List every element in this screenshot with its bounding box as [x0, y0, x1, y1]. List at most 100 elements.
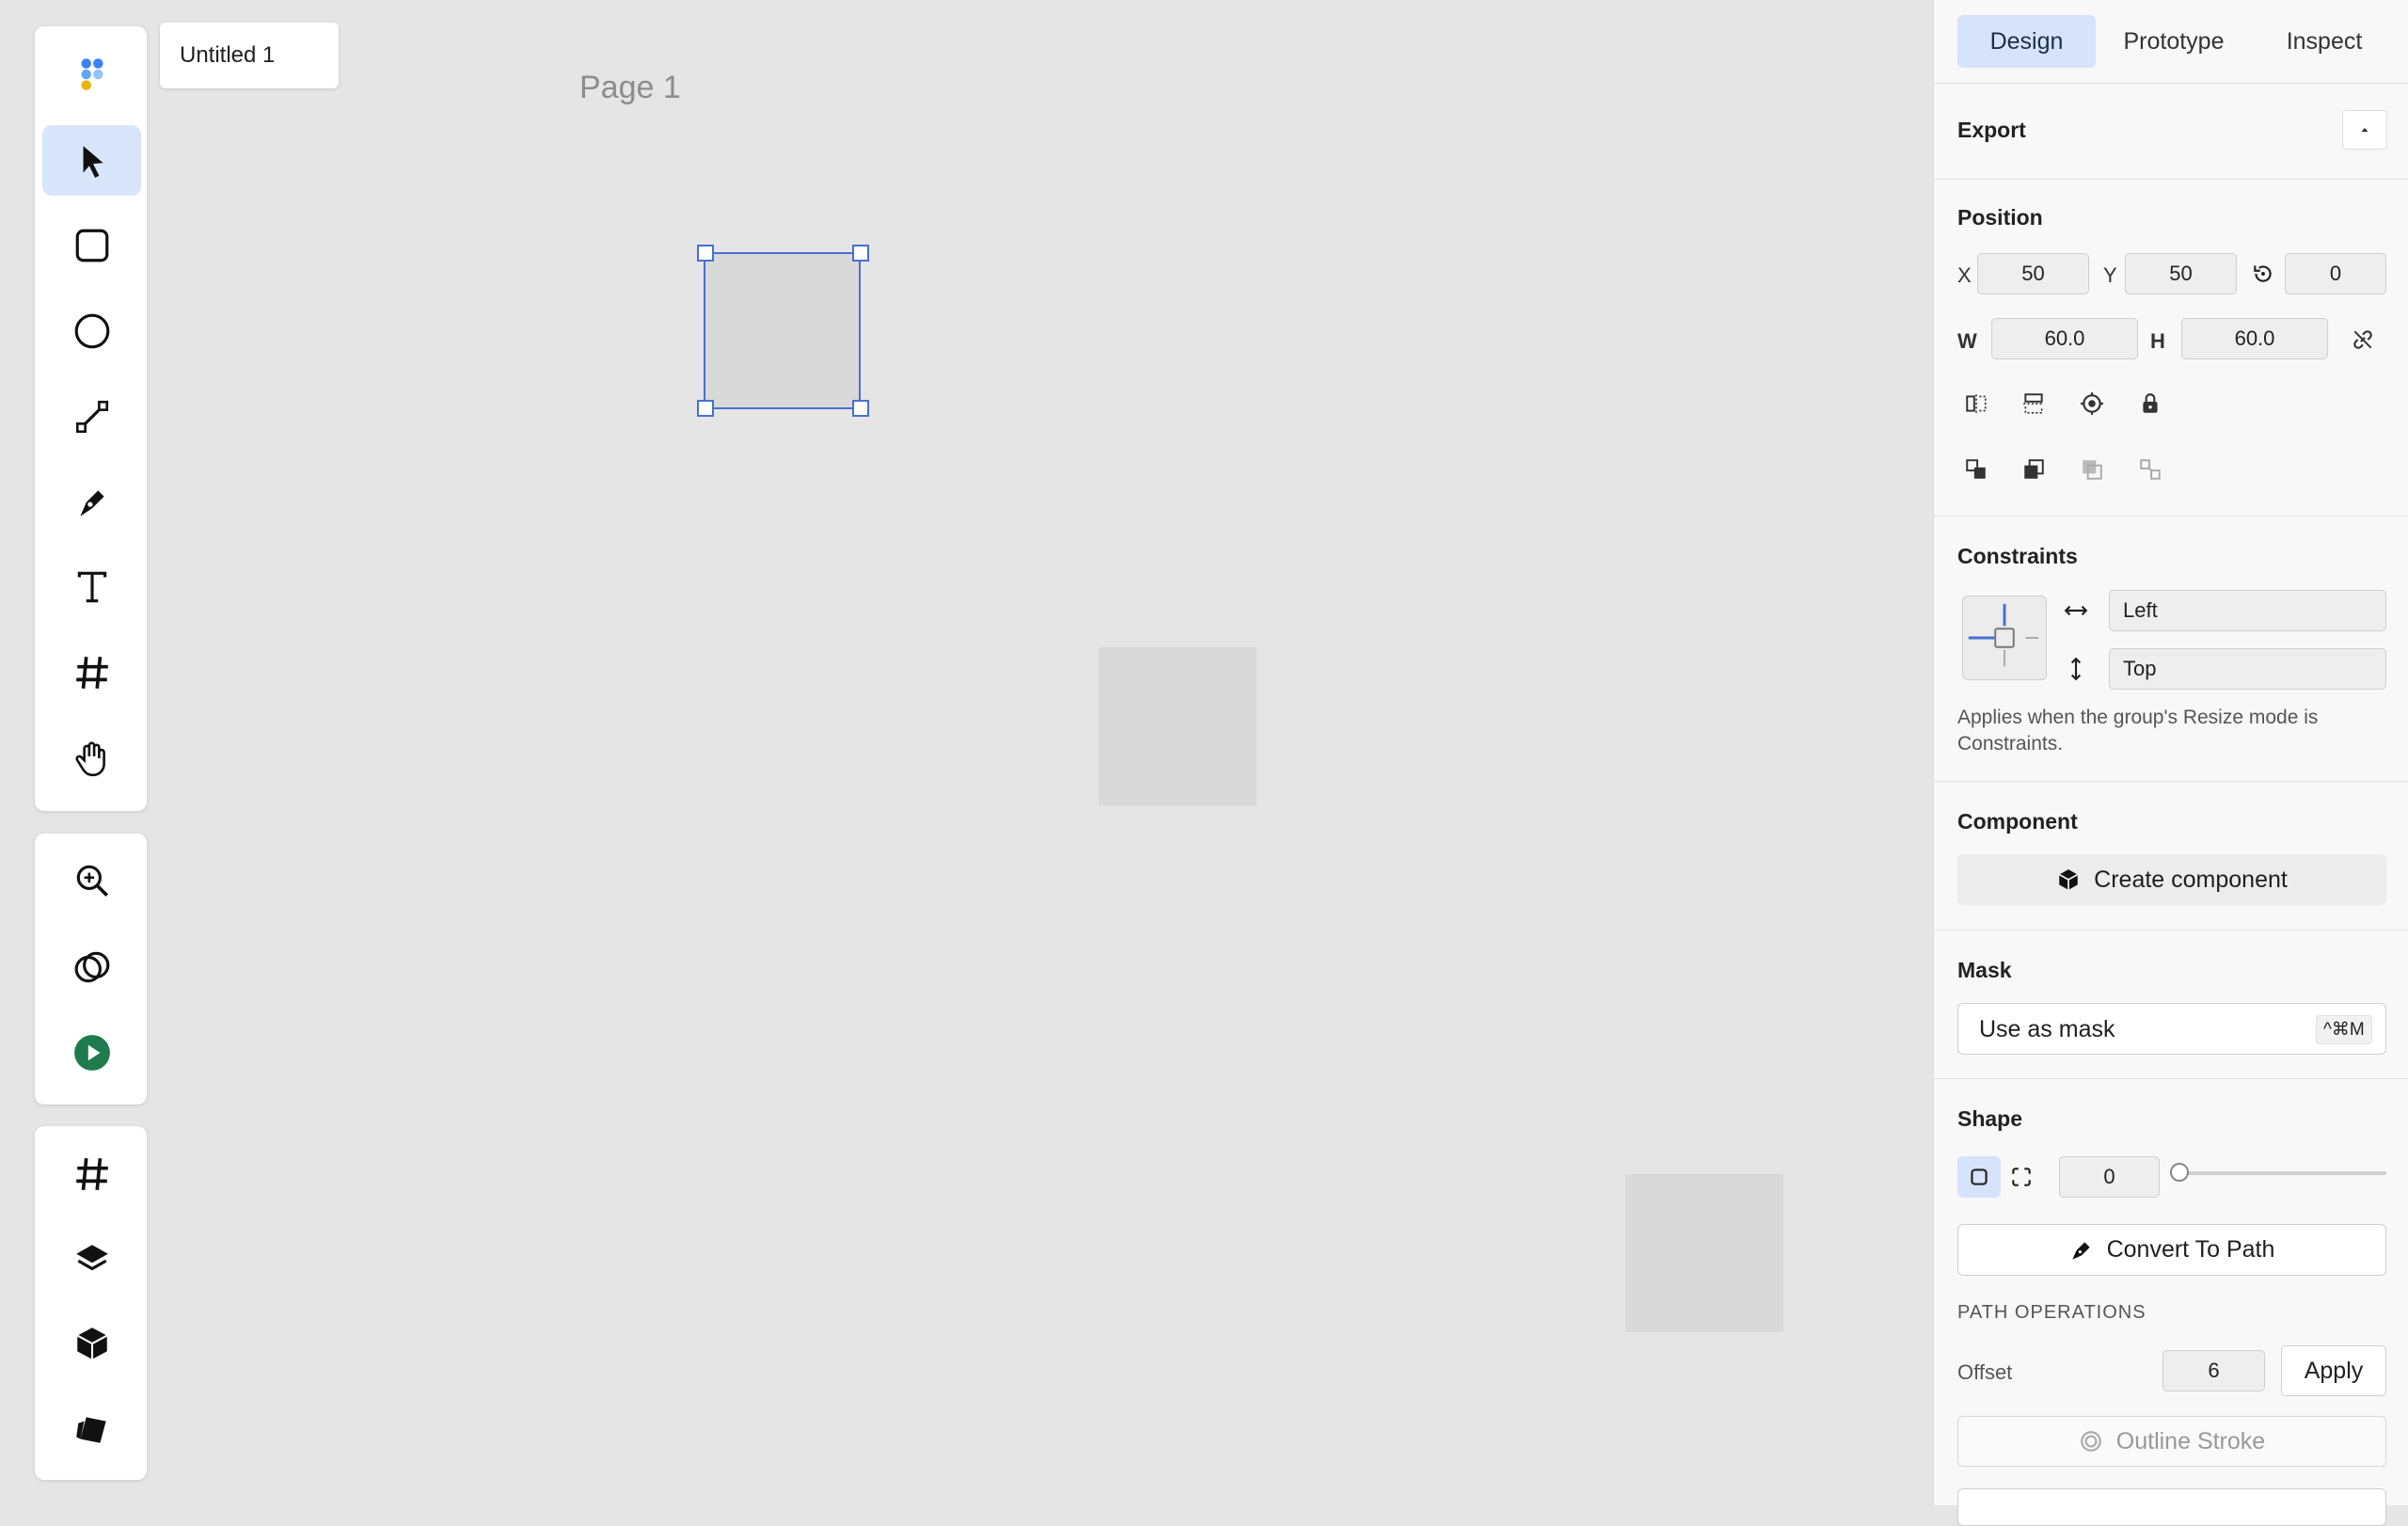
frame-tool[interactable]	[42, 637, 141, 707]
components-button[interactable]	[42, 1308, 141, 1378]
hand-tool[interactable]	[42, 723, 141, 793]
y-input[interactable]: 50	[2125, 253, 2237, 294]
assets-button[interactable]	[42, 1393, 141, 1464]
ellipse-icon	[74, 313, 109, 348]
x-input[interactable]: 50	[1977, 253, 2089, 294]
hash-icon	[75, 1157, 108, 1190]
divider	[1934, 781, 2408, 782]
use-as-mask-label: Use as mask	[1979, 1016, 2115, 1042]
hash-icon	[75, 656, 108, 689]
use-as-mask-button[interactable]: Use as mask ^⌘M	[1957, 1003, 2386, 1055]
main-toolbar	[35, 26, 147, 811]
bring-to-front-icon[interactable]	[2020, 455, 2048, 484]
tab-inspect[interactable]: Inspect	[2254, 15, 2395, 68]
height-input[interactable]: 60.0	[2181, 318, 2328, 359]
frames-button[interactable]	[42, 1138, 141, 1209]
bring-forward-icon[interactable]	[1962, 455, 1990, 484]
send-to-back-icon[interactable]	[2136, 455, 2164, 484]
play-icon	[73, 1034, 110, 1071]
vertical-arrows-icon	[2062, 655, 2090, 683]
y-label: Y	[2103, 263, 2117, 287]
offset-input[interactable]: 6	[2162, 1350, 2265, 1391]
flip-horizontal-icon[interactable]	[1962, 389, 1990, 418]
page-label: Page 1	[579, 70, 681, 105]
secondary-toolbar	[35, 834, 147, 1105]
constraints-title: Constraints	[1957, 544, 2078, 568]
text-tool[interactable]	[42, 551, 141, 622]
rectangle-shape[interactable]	[1625, 1174, 1783, 1332]
cursor-icon	[83, 145, 103, 178]
resize-handle-top-right[interactable]	[852, 245, 869, 262]
apply-button[interactable]: Apply	[2281, 1345, 2386, 1396]
rectangle-shape[interactable]	[1099, 647, 1257, 805]
resize-handle-bottom-left[interactable]	[697, 400, 714, 417]
flip-vertical-icon[interactable]	[2020, 389, 2048, 418]
offset-label: Offset	[1957, 1360, 2013, 1384]
corner-radius-input[interactable]: 0	[2059, 1156, 2160, 1198]
rectangle-tool[interactable]	[42, 210, 141, 280]
zoom-in-icon	[76, 865, 108, 897]
document-tab-label: Untitled 1	[180, 42, 276, 68]
line-tool[interactable]	[42, 381, 141, 452]
ellipse-tool[interactable]	[42, 295, 141, 366]
create-component-label: Create component	[2094, 866, 2288, 893]
cards-icon	[75, 1416, 106, 1443]
corner-radius-slider[interactable]	[2175, 1171, 2386, 1175]
h-label: H	[2150, 329, 2165, 353]
play-button[interactable]	[42, 1017, 141, 1088]
convert-to-path-label: Convert To Path	[2106, 1236, 2275, 1263]
divider	[1934, 179, 2408, 180]
cube-icon	[2059, 869, 2079, 890]
uniform-corners-button[interactable]	[1957, 1156, 2001, 1198]
create-component-button[interactable]: Create component	[1957, 854, 2386, 905]
pen-icon	[79, 489, 104, 517]
resize-handle-bottom-right[interactable]	[852, 400, 869, 417]
next-action-button[interactable]	[1957, 1488, 2386, 1526]
x-label: X	[1957, 263, 1972, 287]
rounded-square-icon	[1971, 1168, 1988, 1185]
component-title: Component	[1957, 809, 2078, 834]
horizontal-arrows-icon	[2062, 596, 2090, 625]
constraints-note: Applies when the group's Resize mode is …	[1957, 707, 2319, 755]
export-title: Export	[1957, 118, 2026, 142]
target-icon[interactable]	[2078, 389, 2106, 418]
zoom-tool[interactable]	[42, 845, 141, 915]
caret-up-icon	[2361, 127, 2368, 133]
tab-design[interactable]: Design	[1957, 15, 2096, 68]
layers-icon	[75, 1244, 108, 1270]
corner-radius-slider-thumb[interactable]	[2170, 1163, 2189, 1182]
path-operations-title: PATH OPERATIONS	[1957, 1302, 2147, 1323]
constraints-widget[interactable]	[1962, 596, 2047, 680]
divider	[1934, 1078, 2408, 1079]
rotation-input[interactable]: 0	[2285, 253, 2386, 294]
outline-stroke-button[interactable]: Outline Stroke	[1957, 1416, 2386, 1467]
line-icon	[75, 400, 108, 433]
divider	[1934, 516, 2408, 517]
collapse-export-button[interactable]	[2342, 110, 2387, 150]
text-icon	[77, 571, 106, 602]
send-backward-icon[interactable]	[2078, 455, 2106, 484]
convert-to-path-button[interactable]: Convert To Path	[1957, 1224, 2386, 1276]
lock-icon[interactable]	[2136, 389, 2164, 418]
document-tab[interactable]: Untitled 1	[160, 23, 339, 88]
width-input[interactable]: 60.0	[1991, 318, 2138, 359]
boolean-icon	[74, 951, 109, 982]
unlink-ratio-icon[interactable]	[2349, 326, 2377, 354]
individual-corners-button[interactable]	[2007, 1163, 2036, 1191]
select-tool[interactable]	[42, 125, 141, 196]
cube-icon	[76, 1327, 107, 1359]
w-label: W	[1957, 329, 1977, 353]
vertical-constraint-select[interactable]: Top	[2109, 648, 2386, 690]
boolean-tool[interactable]	[42, 931, 141, 1002]
mask-title: Mask	[1957, 958, 2012, 982]
position-title: Position	[1957, 205, 2043, 230]
hand-icon	[74, 740, 105, 776]
outline-stroke-icon	[2080, 1431, 2101, 1452]
resize-handle-top-left[interactable]	[697, 245, 714, 262]
layers-button[interactable]	[42, 1223, 141, 1294]
pen-tool[interactable]	[42, 467, 141, 537]
tab-prototype[interactable]: Prototype	[2103, 15, 2244, 68]
outline-stroke-label: Outline Stroke	[2115, 1427, 2266, 1454]
horizontal-constraint-select[interactable]: Left	[2109, 590, 2386, 631]
shape-title: Shape	[1957, 1106, 2023, 1131]
